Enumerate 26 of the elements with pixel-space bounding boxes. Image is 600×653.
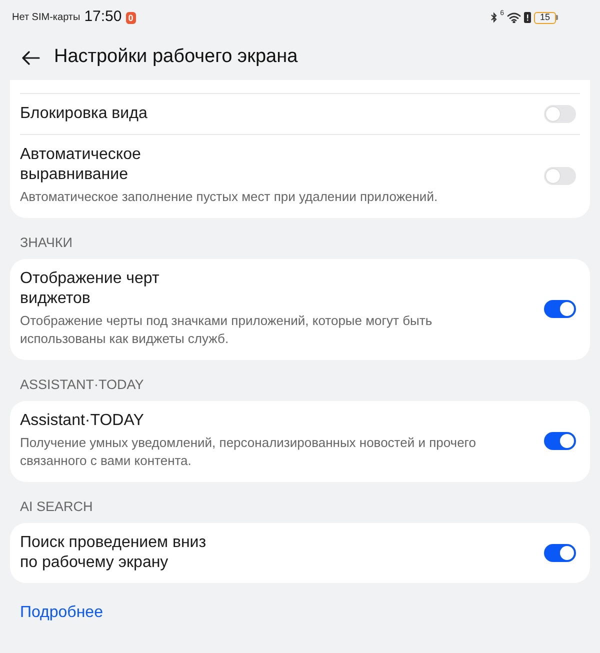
setting-title: Поиск проведением вниз по рабочему экрану [20, 533, 208, 573]
setting-description: Отображение черты под значками приложений, которые могут быть использованы как виджеты служб. [20, 312, 434, 348]
section-heading: ASSISTANT·TODAY [20, 376, 145, 394]
bluetooth-icon [491, 12, 498, 23]
toggle-switch[interactable] [544, 166, 576, 184]
section-heading: AI SEARCH [20, 498, 94, 516]
carrier-label: Нет SIM-карты [12, 11, 80, 25]
more-link[interactable]: Подробнее [20, 604, 103, 621]
clock-time: 17:50 [84, 7, 122, 28]
setting-title: Assistant·TODAY [20, 411, 145, 431]
toggle-switch[interactable] [544, 544, 576, 562]
back-arrow-icon [22, 50, 40, 64]
notification-badge: 0 [126, 12, 136, 24]
section-heading: ЗНАЧКИ [20, 234, 74, 252]
wifi-icon [507, 12, 521, 23]
toggle-switch[interactable] [544, 105, 576, 123]
page-title: Настройки рабочего экрана [54, 45, 298, 70]
setting-title: Блокировка вида [20, 104, 148, 124]
battery-indicator: 15 [534, 12, 558, 24]
toggle-switch[interactable] [544, 300, 576, 318]
setting-description: Автоматическое заполнение пустых мест при удалении приложений. [20, 188, 439, 206]
setting-description: Получение умных уведомлений, персонализированных новостей и прочего связанного с вами контента. [20, 434, 477, 470]
alert-icon [524, 12, 531, 23]
toggle-switch[interactable] [544, 432, 576, 450]
setting-title: Отображение черт виджетов [20, 269, 160, 309]
setting-title: Автоматическое выравнивание [20, 145, 142, 185]
